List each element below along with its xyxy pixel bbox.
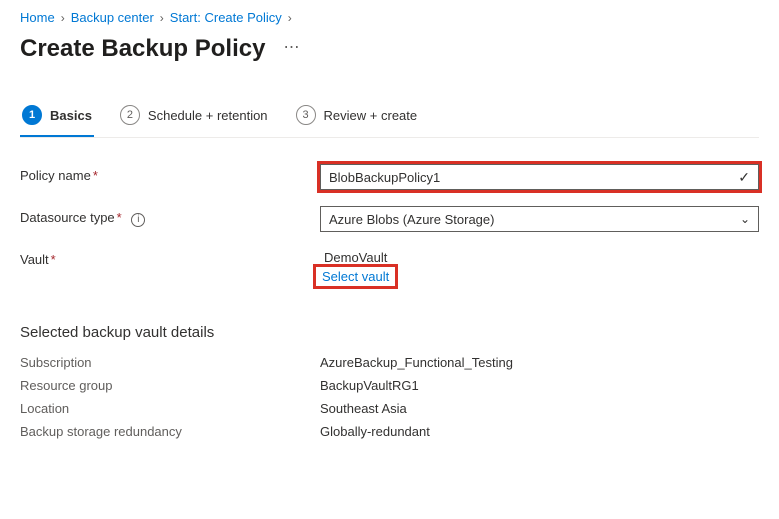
tab-schedule-retention[interactable]: 2 Schedule + retention (118, 99, 270, 137)
select-vault-link[interactable]: Select vault (316, 267, 395, 286)
detail-label: Location (20, 401, 320, 416)
detail-row: Backup storage redundancy Globally-redun… (20, 424, 759, 439)
vault-details-heading: Selected backup vault details (20, 324, 759, 341)
vault-label: Vault* (20, 248, 320, 267)
breadcrumb-start-create-policy[interactable]: Start: Create Policy (170, 10, 282, 25)
step-badge: 3 (296, 105, 316, 125)
tab-label: Review + create (324, 108, 418, 123)
chevron-down-icon: ⌄ (740, 212, 750, 226)
detail-value: BackupVaultRG1 (320, 378, 419, 393)
tab-basics[interactable]: 1 Basics (20, 99, 94, 137)
breadcrumb-backup-center[interactable]: Backup center (71, 10, 154, 25)
detail-label: Subscription (20, 355, 320, 370)
tab-label: Basics (50, 108, 92, 123)
chevron-right-icon: › (61, 11, 65, 25)
required-icon: * (117, 210, 122, 225)
datasource-type-select[interactable]: Azure Blobs (Azure Storage) ⌄ (320, 206, 759, 232)
detail-value: Globally-redundant (320, 424, 430, 439)
chevron-right-icon: › (288, 11, 292, 25)
detail-row: Resource group BackupVaultRG1 (20, 378, 759, 393)
chevron-right-icon: › (160, 11, 164, 25)
checkmark-icon: ✓ (738, 169, 750, 186)
breadcrumb: Home › Backup center › Start: Create Pol… (20, 10, 759, 25)
required-icon: * (51, 252, 56, 267)
required-icon: * (93, 168, 98, 183)
page-title: Create Backup Policy (20, 35, 265, 63)
breadcrumb-home[interactable]: Home (20, 10, 55, 25)
detail-row: Subscription AzureBackup_Functional_Test… (20, 355, 759, 370)
detail-row: Location Southeast Asia (20, 401, 759, 416)
step-badge: 2 (120, 105, 140, 125)
detail-value: AzureBackup_Functional_Testing (320, 355, 513, 370)
detail-label: Resource group (20, 378, 320, 393)
policy-name-value: BlobBackupPolicy1 (329, 170, 440, 185)
wizard-tabs: 1 Basics 2 Schedule + retention 3 Review… (20, 99, 759, 138)
step-badge: 1 (22, 105, 42, 125)
tab-review-create[interactable]: 3 Review + create (294, 99, 420, 137)
tab-label: Schedule + retention (148, 108, 268, 123)
vault-current-value: DemoVault (320, 248, 759, 267)
datasource-type-value: Azure Blobs (Azure Storage) (329, 212, 494, 227)
policy-name-label: Policy name* (20, 164, 320, 183)
info-icon[interactable]: i (131, 213, 145, 227)
detail-label: Backup storage redundancy (20, 424, 320, 439)
datasource-type-label: Datasource type* i (20, 206, 320, 227)
detail-value: Southeast Asia (320, 401, 407, 416)
more-actions-icon[interactable]: ⋯ (277, 37, 305, 57)
policy-name-input[interactable]: BlobBackupPolicy1 ✓ (320, 164, 759, 190)
